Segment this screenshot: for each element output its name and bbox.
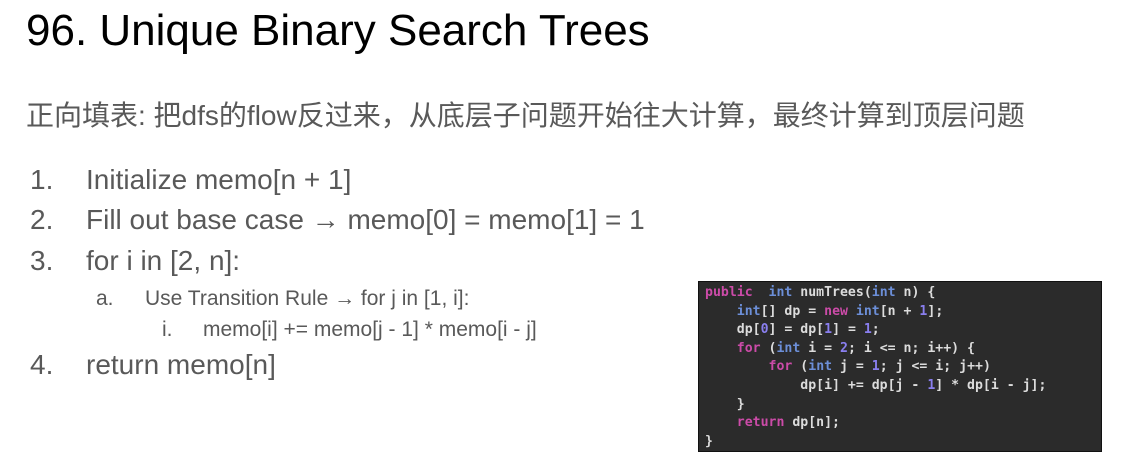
code-token: int: [736, 303, 761, 319]
list-text: Fill out base case → memo[0] = memo[1] =…: [86, 204, 645, 235]
code-line: return dp[n];: [705, 414, 1101, 433]
slide-title: 96. Unique Binary Search Trees: [26, 6, 650, 55]
code-token: public: [705, 285, 753, 300]
code-token: numTrees(: [792, 285, 872, 300]
code-token: ;: [871, 322, 880, 338]
code-token: ] = dp[: [768, 322, 825, 338]
code-line: }: [705, 433, 1101, 451]
code-token: ] * dp[i - j];: [935, 377, 1047, 393]
list-text: return memo[n]: [86, 349, 276, 380]
code-token: ; j <= i; j++): [879, 359, 991, 375]
list-text: for i in [2, n]:: [86, 245, 241, 276]
code-token: dp[n];: [784, 415, 840, 431]
code-token: return: [736, 415, 785, 431]
code-token: 1: [863, 322, 872, 338]
code-token: [n +: [879, 303, 920, 319]
list-marker: 4.: [30, 349, 54, 380]
code-token: new: [824, 303, 848, 319]
code-token: int: [768, 285, 793, 300]
list-text: Use Transition Rule → for j in [1, i]:: [145, 287, 470, 310]
code-token: 2: [840, 340, 848, 356]
list-text: Initialize memo[n + 1]: [86, 164, 352, 195]
code-token: [] dp =: [760, 303, 825, 319]
code-token: dp[: [705, 322, 761, 338]
list-marker: i.: [162, 318, 173, 341]
code-token: int: [847, 303, 880, 319]
code-line: dp[0] = dp[1] = 1;: [705, 321, 1101, 340]
code-line: int[] dp = new int[n + 1];: [705, 303, 1101, 322]
code-token: 1: [824, 322, 833, 338]
code-line: for (int i = 2; i <= n; i++) {: [705, 340, 1101, 359]
list-marker: 3.: [30, 245, 54, 276]
code-line: public int numTrees(int n) {: [705, 284, 1101, 303]
list-marker: 1.: [30, 164, 54, 195]
code-token: dp[i] += dp[j -: [705, 377, 928, 393]
code-token: (: [760, 340, 777, 356]
code-line: dp[i] += dp[j - 1] * dp[i - j];: [705, 377, 1101, 396]
code-token: ; i <= n; i++) {: [847, 340, 976, 356]
code-token: (: [792, 359, 809, 375]
code-token: for: [768, 359, 793, 375]
code-token: for: [736, 340, 761, 356]
code-line: for (int j = 1; j <= i; j++): [705, 358, 1101, 377]
code-token: }: [705, 433, 713, 449]
code-token: ];: [927, 303, 944, 319]
code-token: i =: [800, 340, 841, 356]
code-line: }: [705, 396, 1101, 415]
list-marker: a.: [96, 287, 114, 310]
code-token: n) {: [895, 285, 936, 300]
code-token: 1: [871, 359, 880, 375]
code-token: int: [808, 359, 833, 375]
list-text: memo[i] += memo[j - 1] * memo[i - j]: [203, 318, 537, 341]
code-screenshot: public int numTrees(int n) { int[] dp = …: [698, 281, 1102, 452]
code-token: }: [705, 396, 745, 412]
slide-subtitle: 正向填表: 把dfs的flow反过来，从底层子问题开始往大计算，最终计算到顶层问…: [26, 100, 1025, 131]
code-token: j =: [832, 359, 872, 375]
code-token: 0: [760, 322, 769, 338]
list-marker: 2.: [30, 204, 54, 235]
code-token: int: [871, 285, 896, 300]
code-token: int: [776, 340, 801, 356]
code-token: ] =: [832, 322, 864, 338]
